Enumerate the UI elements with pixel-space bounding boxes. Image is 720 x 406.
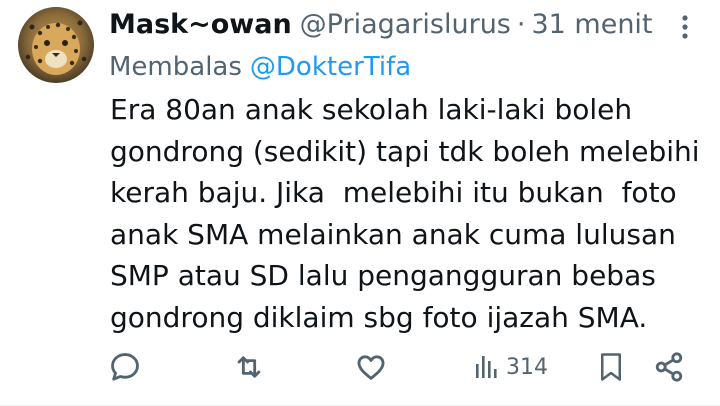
bookmark-button[interactable] (596, 345, 626, 389)
leopard-avatar-icon (18, 7, 94, 83)
retweet-icon (237, 356, 261, 378)
tweet-header: Mask~owan @Priagarislurus · 31 menit (109, 4, 653, 44)
share-icon (655, 352, 683, 382)
reply-context: Membalas @DokterTifa (109, 48, 411, 86)
bookmark-icon (601, 353, 621, 381)
tweet-actions: 314 (0, 345, 720, 389)
avatar[interactable] (18, 7, 94, 83)
reply-icon (111, 353, 139, 381)
more-vertical-icon (682, 15, 688, 39)
tweet[interactable]: Mask~owan @Priagarislurus · 31 menit Mem… (0, 0, 720, 406)
more-options-button[interactable] (672, 12, 698, 42)
timestamp[interactable]: 31 menit (531, 9, 652, 40)
tweet-text: Era 80an anak sekolah laki-laki boleh go… (110, 93, 700, 334)
user-handle[interactable]: @Priagarislurus (300, 9, 511, 40)
separator-dot: · (516, 8, 526, 40)
views-count: 314 (506, 354, 548, 380)
retweet-button[interactable] (232, 345, 266, 389)
views-button[interactable]: 314 (474, 345, 548, 389)
share-button[interactable] (652, 345, 686, 389)
heart-icon (357, 355, 385, 380)
reply-mention-link[interactable]: @DokterTifa (250, 52, 411, 82)
reply-button[interactable] (108, 345, 142, 389)
views-bar-chart-icon (476, 356, 497, 378)
like-button[interactable] (354, 345, 388, 389)
reply-label: Membalas (109, 52, 242, 82)
display-name[interactable]: Mask~owan (109, 9, 292, 40)
